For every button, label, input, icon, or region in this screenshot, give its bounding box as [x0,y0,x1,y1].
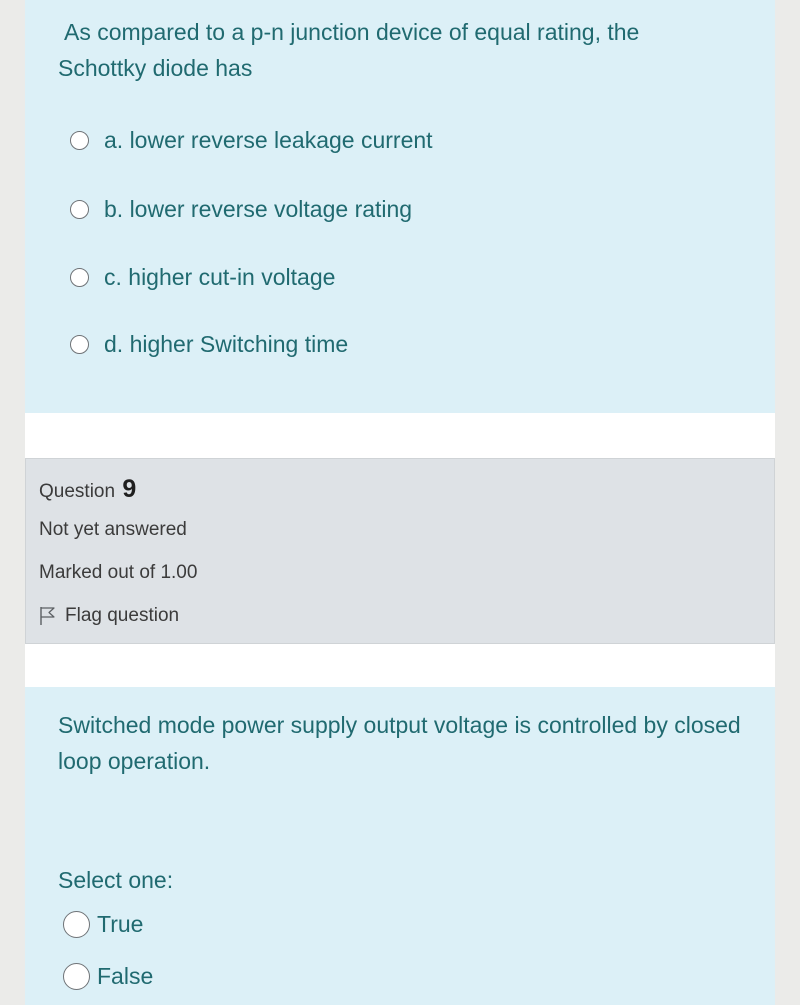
option-a-label: a. lower reverse leakage current [104,126,433,153]
question-9-info-panel: Question 9 Not yet answered Marked out o… [25,458,775,644]
option-c[interactable]: c. higher cut-in voltage [70,261,335,293]
quiz-page: As compared to a p-n junction device of … [25,0,775,1005]
radio-button-icon[interactable] [63,962,90,990]
separator [25,413,775,458]
option-true[interactable]: True [63,907,143,941]
question-8-text: As compared to a p-n junction device of … [58,14,718,86]
option-c-label: c. higher cut-in voltage [104,263,336,290]
question-number-heading: Question 9 [39,475,136,504]
question-8-text-line2: Schottky diode has [58,55,253,81]
flag-icon[interactable] [39,606,57,626]
question-9-content: Switched mode power supply output voltag… [25,687,775,1005]
radio-button-icon[interactable] [70,334,89,354]
question-8-text-line1: As compared to a p-n junction device of … [64,19,640,45]
separator [25,644,775,687]
question-8-content: As compared to a p-n junction device of … [25,0,775,413]
answer-status: Not yet answered [39,519,187,540]
radio-button-icon[interactable] [63,910,90,938]
marks-info: Marked out of 1.00 [39,562,198,583]
option-a[interactable]: a. lower reverse leakage current [70,124,433,156]
flag-question-link[interactable]: Flag question [39,605,179,627]
radio-button-icon[interactable] [70,130,89,150]
option-false-label: False [97,962,154,989]
option-d-label: d. higher Switching time [104,330,349,357]
question-9-text: Switched mode power supply output voltag… [58,712,741,774]
question-label: Question [39,481,116,502]
radio-button-icon[interactable] [70,199,89,219]
option-d[interactable]: d. higher Switching time [70,328,348,360]
option-b-label: b. lower reverse voltage rating [104,195,413,222]
question-number: 9 [122,475,137,503]
option-b[interactable]: b. lower reverse voltage rating [70,193,412,225]
option-false[interactable]: False [63,959,153,993]
option-true-label: True [97,910,144,937]
select-one-prompt: Select one: [58,867,174,893]
flag-question-label: Flag question [65,605,180,626]
radio-button-icon[interactable] [70,267,89,287]
